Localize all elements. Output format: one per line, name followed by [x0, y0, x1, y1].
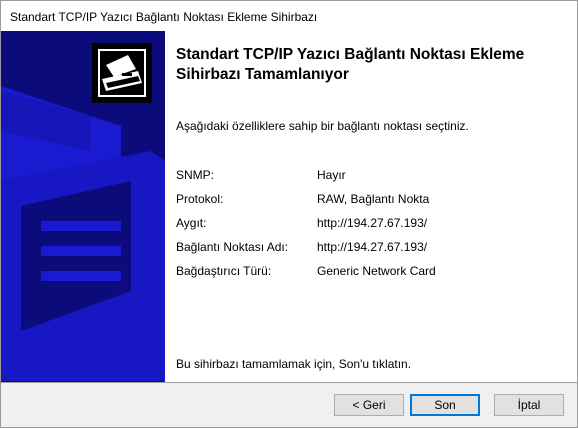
property-value: http://194.27.67.193/ [317, 216, 428, 230]
printer-icon [92, 43, 152, 103]
finish-instruction: Bu sihirbazı tamamlamak için, Son'u tıkl… [176, 357, 412, 371]
property-label: Protokol: [176, 192, 224, 206]
property-value: Generic Network Card [317, 264, 436, 278]
property-value: Hayır [317, 168, 346, 182]
property-label: Bağlantı Noktası Adı: [176, 240, 289, 254]
button-separator [1, 382, 577, 383]
window-title: Standart TCP/IP Yazıcı Bağlantı Noktası … [10, 10, 318, 24]
wizard-banner [1, 31, 165, 382]
back-button[interactable]: < Geri [334, 394, 404, 416]
property-label: Bağdaştırıcı Türü: [176, 264, 272, 278]
wizard-content: Standart TCP/IP Yazıcı Bağlantı Noktası … [165, 31, 577, 382]
property-value: RAW, Bağlantı Nokta [317, 192, 430, 206]
property-value: http://194.27.67.193/ [317, 240, 428, 254]
title-bar[interactable]: Standart TCP/IP Yazıcı Bağlantı Noktası … [1, 1, 577, 31]
page-heading: Standart TCP/IP Yazıcı Bağlantı Noktası … [176, 46, 525, 83]
property-label: SNMP: [176, 168, 215, 182]
wizard-window: Standart TCP/IP Yazıcı Bağlantı Noktası … [0, 0, 578, 428]
property-label: Aygıt: [176, 216, 207, 230]
intro-text: Aşağıdaki özelliklere sahip bir bağlantı… [176, 119, 469, 133]
finish-button[interactable]: Son [410, 394, 480, 416]
cancel-button[interactable]: İptal [494, 394, 564, 416]
